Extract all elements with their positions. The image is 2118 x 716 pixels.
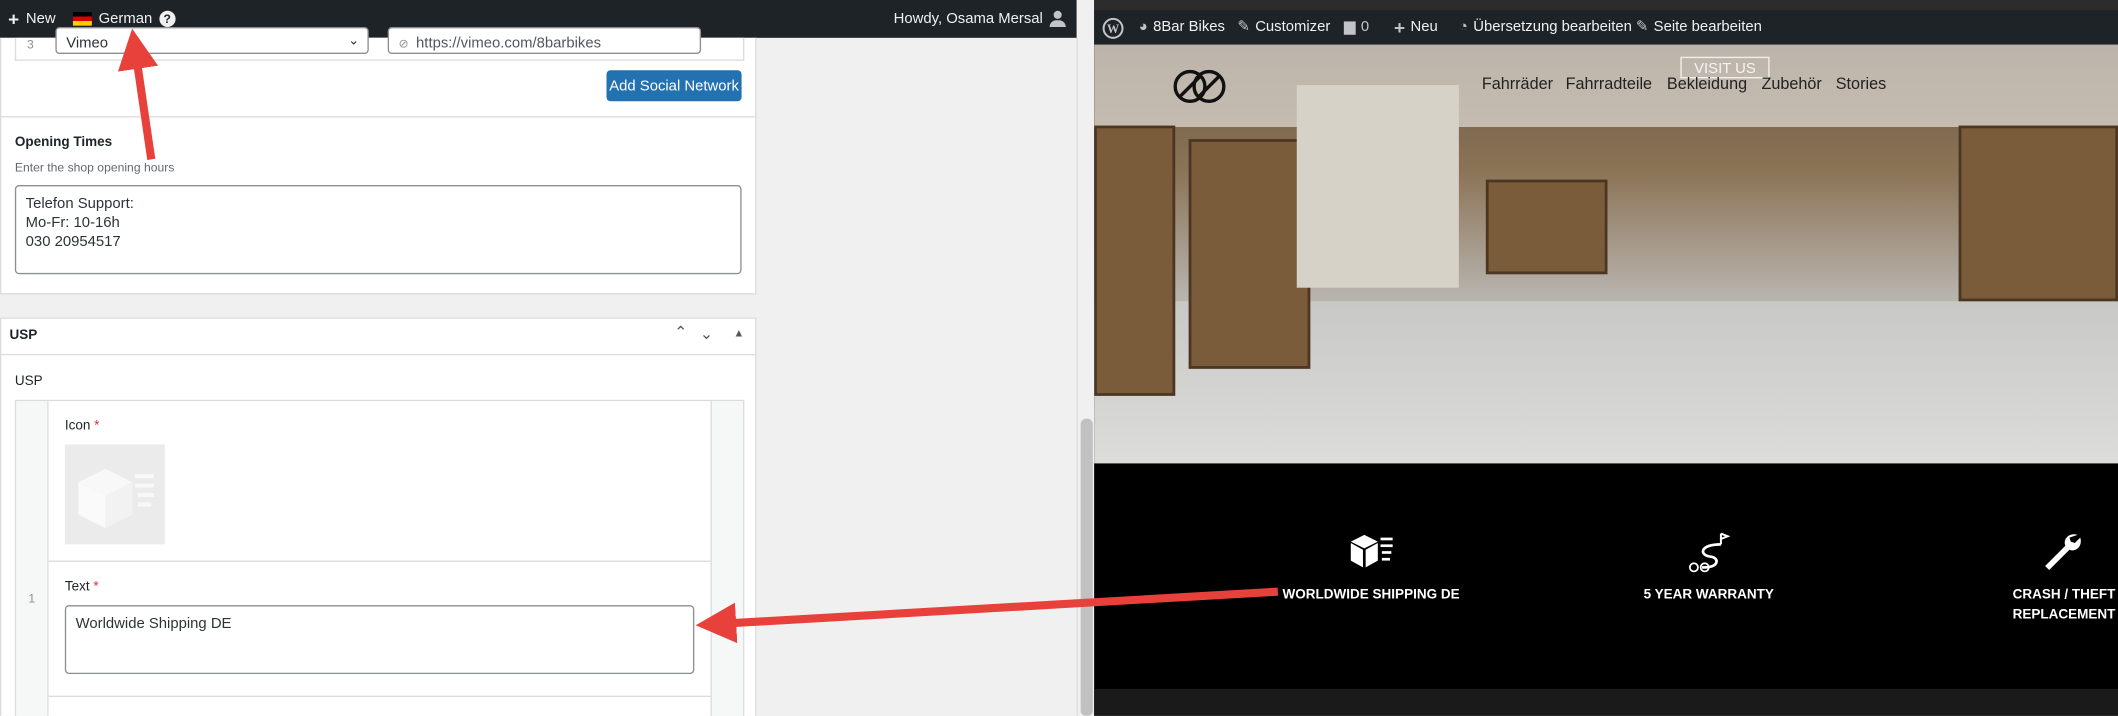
plus-icon: + <box>1394 16 1406 38</box>
required-mark: * <box>93 579 99 595</box>
usp-item-label: CRASH / THEFT REPLACEMENT <box>2012 587 2116 623</box>
new-content-menu[interactable]: + New <box>8 0 56 38</box>
opening-times-textarea[interactable]: Telefon Support: Mo-Fr: 10-16h 030 20954… <box>14 185 742 275</box>
footer-strip <box>1094 688 2118 716</box>
move-down-icon[interactable]: ⌄ <box>700 324 714 343</box>
usp-item-label: 5 YEAR WARRANTY <box>1643 587 1774 603</box>
repeater-handle[interactable]: 1 <box>16 401 49 716</box>
hero-photo-shelf <box>1485 179 1608 275</box>
opening-times-label: Opening Times <box>14 135 113 150</box>
browser-strip <box>1094 0 2118 11</box>
editor-scrollbar[interactable] <box>1076 37 1095 716</box>
hero-photo-numbers-wall <box>1296 85 1459 288</box>
nav-item-zubehoer[interactable]: Zubehör <box>1761 74 1821 93</box>
site-preview-pane: W ◕ 8Bar Bikes ✎ Customizer ▆ 0 + Neu ◔ … <box>1094 0 2118 716</box>
new-label: Neu <box>1410 18 1438 36</box>
comments-count: 0 <box>1360 18 1370 36</box>
site-logo[interactable] <box>1172 69 1226 104</box>
text-field-label: Text * <box>64 579 99 595</box>
account-menu[interactable]: Howdy, Osama Mersal <box>894 0 1066 38</box>
hero-photo-shelf <box>1958 125 2118 302</box>
wrench-icon <box>2045 534 2081 571</box>
network-select-value: Vimeo <box>66 35 109 52</box>
new-content-menu[interactable]: + Neu <box>1394 11 1438 45</box>
svg-text:W: W <box>1107 21 1119 35</box>
link-icon: ⊘ <box>398 36 409 50</box>
wordpress-logo-icon[interactable]: W <box>1102 11 1124 45</box>
nav-item-bekleidung[interactable]: Bekleidung <box>1667 74 1747 93</box>
translate-icon: ◔ <box>1458 18 1468 36</box>
usp-repeater: 1 Icon * Text * Worldwide Shipping DE <box>14 399 745 716</box>
divider <box>1 116 756 118</box>
usp-text-textarea[interactable]: Worldwide Shipping DE <box>64 605 695 675</box>
icon-image-preview[interactable] <box>64 444 165 545</box>
theme-options-panel: 3 Vimeo ⌄ ⊘ https://vimeo.com/8barbikes … <box>0 27 757 295</box>
box-shipping-icon <box>78 468 154 529</box>
frontend-admin-bar: W ◕ 8Bar Bikes ✎ Customizer ▆ 0 + Neu ◔ … <box>1094 10 2118 45</box>
nav-item-stories[interactable]: Stories <box>1836 74 1886 93</box>
bike-route-icon <box>1688 532 1731 573</box>
row-index: 1 <box>28 591 36 606</box>
repeater-row-actions[interactable] <box>710 401 743 716</box>
usp-postbox: USP ⌃ ⌄ ▲ USP 1 Icon * Text * Worldwide … <box>0 317 757 716</box>
icon-field-label: Icon * <box>64 418 100 434</box>
usp-item-label: WORLDWIDE SHIPPING DE <box>1282 587 1460 603</box>
nav-item-fahrraeder[interactable]: Fahrräder <box>1482 74 1553 93</box>
site-name: 8Bar Bikes <box>1153 18 1225 36</box>
toggle-panel-icon[interactable]: ▲ <box>733 327 744 339</box>
edit-page-link[interactable]: ✎ Seite bearbeiten <box>1636 11 1762 45</box>
pencil-icon: ✎ <box>1635 18 1649 36</box>
greeting-text: Howdy, Osama Mersal <box>893 10 1043 28</box>
usp-postbox-header: USP ⌃ ⌄ ▲ <box>1 319 756 356</box>
dashboard-icon: ◕ <box>1138 18 1148 36</box>
nav-item-fahrradteile[interactable]: Fahrradteile <box>1566 74 1652 93</box>
add-social-network-button[interactable]: Add Social Network <box>606 70 742 102</box>
divider <box>48 560 711 562</box>
network-url-value: https://vimeo.com/8barbikes <box>416 35 602 52</box>
hero-photo-shelf <box>1094 125 1176 396</box>
required-mark: * <box>94 418 100 434</box>
usp-postbox-title: USP <box>9 328 38 344</box>
hero-banner: VISIT US Fahrräder Fahrradteile Bekleidu… <box>1094 44 2118 464</box>
opening-times-description: Enter the shop opening hours <box>14 160 175 175</box>
edit-page-label: Seite bearbeiten <box>1653 18 1762 36</box>
plus-icon: + <box>8 8 20 30</box>
customizer-label: Customizer <box>1255 18 1331 36</box>
hero-photo-shelf <box>1188 139 1311 369</box>
box-shipping-icon <box>1350 534 1393 568</box>
translate-label: Übersetzung bearbeiten <box>1473 18 1632 36</box>
brush-icon: ✎ <box>1237 18 1250 36</box>
translate-link[interactable]: ◔ Übersetzung bearbeiten <box>1459 11 1632 45</box>
site-name-menu[interactable]: ◕ 8Bar Bikes <box>1139 11 1225 45</box>
new-label: New <box>25 10 56 28</box>
admin-editor-pane: + New German ? Howdy, Osama Mersal 3 Vim… <box>0 0 1095 716</box>
usp-field-label: USP <box>14 374 43 390</box>
network-url-input[interactable]: ⊘ https://vimeo.com/8barbikes <box>387 27 702 55</box>
chevron-down-icon: ⌄ <box>347 33 360 49</box>
row-index: 3 <box>27 37 34 52</box>
divider <box>48 695 711 698</box>
customizer-link[interactable]: ✎ Customizer <box>1237 11 1330 45</box>
usp-row-fields: Icon * Text * Worldwide Shipping DE <box>48 401 711 716</box>
user-avatar-icon <box>1049 10 1066 28</box>
help-icon[interactable]: ? <box>159 10 176 28</box>
comments-link[interactable]: ▆ 0 <box>1344 11 1369 45</box>
scrollbar-thumb[interactable] <box>1080 418 1093 716</box>
comment-icon: ▆ <box>1344 18 1356 36</box>
move-up-icon[interactable]: ⌃ <box>674 323 688 342</box>
german-flag-icon <box>72 12 92 26</box>
network-select[interactable]: Vimeo ⌄ <box>55 27 369 55</box>
